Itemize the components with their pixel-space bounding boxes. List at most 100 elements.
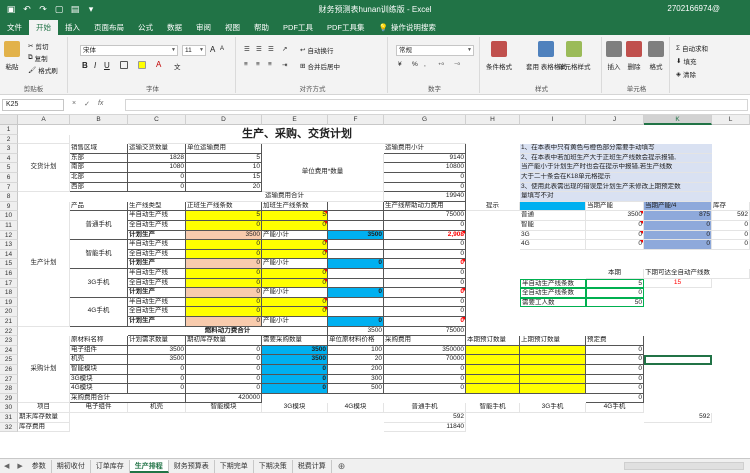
font-color-button[interactable]: A xyxy=(156,60,161,69)
fuel-total-label[interactable]: 燃料动力费合计 xyxy=(128,326,328,337)
delivery-cost[interactable]: 5 xyxy=(186,153,262,164)
delivery-header[interactable]: 单位运输费用 xyxy=(186,144,262,154)
row-header-23[interactable]: 23 xyxy=(0,336,18,346)
line-type[interactable]: 全自动生产线 xyxy=(128,278,186,289)
overtime-lines-input[interactable]: 0 xyxy=(262,278,328,289)
delete-cells-button[interactable]: 删除 xyxy=(626,41,642,71)
column-header-b[interactable]: B xyxy=(70,115,128,125)
fx-icon[interactable]: fx xyxy=(98,100,103,108)
tab-home[interactable]: 开始 xyxy=(29,20,58,35)
power-cost[interactable]: 0 xyxy=(384,221,466,231)
cell-styles-button[interactable]: 单元格样式 xyxy=(558,41,591,71)
material-stock[interactable]: 0 xyxy=(186,365,262,375)
prompt-cell[interactable] xyxy=(520,201,586,212)
note-line[interactable]: 2、在本表中若加班生产大于正班生产线数会提示报错, xyxy=(520,153,712,164)
plan-label[interactable]: 计划生产 xyxy=(128,317,186,327)
line-type[interactable]: 全自动生产线 xyxy=(128,249,186,260)
material-need[interactable]: 0 xyxy=(128,384,186,394)
capacity-product[interactable]: 4G xyxy=(520,240,586,250)
number-format-select[interactable]: 常规 ▼ xyxy=(396,45,474,56)
column-header-e[interactable]: E xyxy=(262,115,328,125)
column-header-l[interactable]: L xyxy=(712,115,750,125)
font-size-select[interactable]: 11 ▼ xyxy=(182,45,206,56)
paste-button[interactable]: 粘贴 xyxy=(4,41,20,71)
plan-label[interactable]: 计划生产 xyxy=(128,230,186,241)
delivery-qty[interactable]: 1828 xyxy=(128,153,186,164)
tab-page-layout[interactable]: 页面布局 xyxy=(87,20,131,35)
row-header-17[interactable]: 17 xyxy=(0,278,18,289)
regular-lines-input[interactable]: 5 xyxy=(186,211,262,221)
capacity-subtotal-label[interactable]: 产能小计 xyxy=(262,288,328,298)
inventory-header[interactable]: 机壳 xyxy=(128,403,186,413)
row-header-19[interactable]: 19 xyxy=(0,297,18,308)
italic-button[interactable]: I xyxy=(94,61,96,70)
blank-cell[interactable] xyxy=(328,269,384,279)
row-header-20[interactable]: 20 xyxy=(0,307,18,317)
undo-icon[interactable]: ↶ xyxy=(22,4,32,15)
section-label-delivery[interactable]: 交货计划 xyxy=(18,144,70,193)
clear-button[interactable]: ◈ 清除 xyxy=(676,69,696,79)
procurement-header[interactable]: 原材料名称 xyxy=(70,336,128,346)
row-header-8[interactable]: 8 xyxy=(0,192,18,202)
column-header-i[interactable]: I xyxy=(520,115,586,125)
next-sheet-icon[interactable]: ▶ xyxy=(13,462,26,470)
delivery-area[interactable]: 南部 xyxy=(70,163,128,173)
copy-button[interactable]: ⧉ 复制 xyxy=(28,53,48,63)
prev-sheet-icon[interactable]: ◀ xyxy=(0,462,13,470)
row-header-21[interactable]: 21 xyxy=(0,317,18,327)
column-header-a[interactable]: A xyxy=(18,115,70,125)
delivery-header[interactable]: 销售区域 xyxy=(70,144,128,154)
inventory-header[interactable]: 4G模块 xyxy=(328,403,384,413)
row-header-1[interactable]: 1 xyxy=(0,125,18,135)
note-line[interactable]: 大于二十条会在K18单元格提示 xyxy=(520,173,712,183)
row-header-29[interactable]: 29 xyxy=(0,393,18,404)
font-name-select[interactable]: 宋体 ▼ xyxy=(80,45,178,56)
delivery-area[interactable]: 北部 xyxy=(70,173,128,183)
capacity-quarter[interactable]: 0 xyxy=(644,230,712,241)
material-name[interactable]: 机壳 xyxy=(70,355,128,365)
inventory-cost-value[interactable]: 11840 xyxy=(384,422,466,433)
material-price[interactable]: 200 xyxy=(328,365,384,375)
tab-insert[interactable]: 插入 xyxy=(58,20,87,35)
capacity-subtotal[interactable]: 0 xyxy=(328,259,384,269)
borders-button[interactable] xyxy=(120,61,128,69)
sheet-tab[interactable]: 期初收付 xyxy=(52,459,91,473)
material-name[interactable]: 电子组件 xyxy=(70,345,128,356)
align-right-button[interactable]: ≡ xyxy=(268,61,272,68)
delivery-unit-label[interactable]: 单位费用*数量 xyxy=(262,153,384,193)
row-header-15[interactable]: 15 xyxy=(0,259,18,269)
prompt-label[interactable]: 提示 xyxy=(466,201,520,212)
last-period-order-input[interactable] xyxy=(520,374,586,385)
inventory-header[interactable]: 4G手机 xyxy=(586,403,644,413)
row-header-14[interactable]: 14 xyxy=(0,249,18,260)
production-header[interactable]: 加班生产线条数 xyxy=(262,201,328,212)
capacity-subtotal[interactable]: 3500 xyxy=(328,230,384,241)
capacity-stock[interactable]: 0 xyxy=(712,230,750,241)
procurement-total[interactable]: 420000 xyxy=(186,393,262,404)
overtime-lines-input[interactable]: 0 xyxy=(262,221,328,231)
cut-button[interactable]: ✂ 剪切 xyxy=(28,41,48,51)
capacity-value[interactable]: 0 xyxy=(586,230,644,241)
capacity-check[interactable]: 2,908 xyxy=(384,230,466,241)
reservation-fee[interactable]: 0 xyxy=(586,355,644,365)
comma-button[interactable]: , xyxy=(424,61,426,68)
capacity-product[interactable]: 3G xyxy=(520,230,586,241)
row-header-18[interactable]: 18 xyxy=(0,288,18,298)
blank-cell[interactable] xyxy=(328,201,384,212)
sheet-tab[interactable]: 下期完单 xyxy=(215,459,254,473)
production-header[interactable]: 生产线帮助动力费用 xyxy=(384,201,466,212)
period-label[interactable]: 需要工人数 xyxy=(520,297,586,308)
capacity-header[interactable]: 库存 xyxy=(712,201,750,212)
material-buy[interactable]: 0 xyxy=(262,374,328,385)
material-cost[interactable]: 0 xyxy=(384,384,466,394)
note-line[interactable]: 3、使用此表需出现的错误是计划生产未修改上期预定数 xyxy=(520,182,712,193)
row-header-6[interactable]: 6 xyxy=(0,173,18,183)
procurement-header[interactable]: 需要采购数量 xyxy=(262,336,328,346)
inventory-header[interactable]: 3G模块 xyxy=(262,403,328,413)
reservation-fee[interactable]: 0 xyxy=(586,365,644,375)
column-header-d[interactable]: D xyxy=(186,115,262,125)
tell-me-search[interactable]: 💡 操作说明搜索 xyxy=(372,20,443,35)
align-top-button[interactable]: ☰ xyxy=(244,45,250,53)
fill-color-button[interactable] xyxy=(138,61,146,69)
merge-center-button[interactable]: ⊞ 合并后居中 xyxy=(300,61,340,71)
